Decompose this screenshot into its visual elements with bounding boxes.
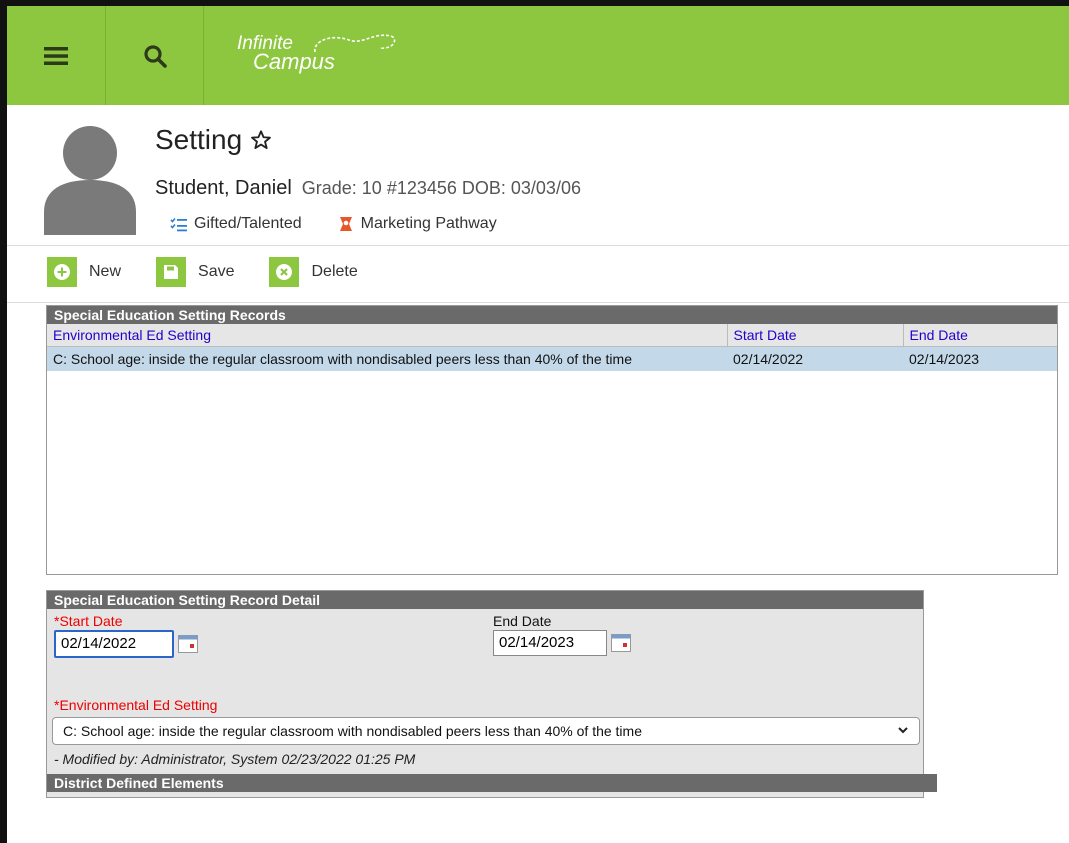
logo-swoosh-icon xyxy=(314,34,396,53)
new-icon-box xyxy=(47,257,77,287)
column-header-end-date[interactable]: End Date xyxy=(903,324,1057,347)
calendar-icon[interactable] xyxy=(611,633,631,652)
flag-label: Gifted/Talented xyxy=(194,215,302,232)
column-header-start-date[interactable]: Start Date xyxy=(727,324,904,347)
cell-end-date: 02/14/2023 xyxy=(903,346,1057,371)
records-table: Environmental Ed Setting Start Date End … xyxy=(47,324,1057,371)
topbar-divider xyxy=(203,6,204,105)
close-circle-icon xyxy=(276,264,293,280)
search-button[interactable] xyxy=(106,6,203,105)
action-toolbar: New Save Delete xyxy=(47,257,393,287)
cell-start-date: 02/14/2022 xyxy=(727,346,903,371)
end-date-group: End Date 02/14/2023 xyxy=(493,613,631,656)
plus-circle-icon xyxy=(54,264,70,280)
top-bar: Infinite Campus xyxy=(7,6,1069,105)
setting-label: *Environmental Ed Setting xyxy=(54,697,218,713)
star-icon[interactable] xyxy=(250,129,272,151)
setting-records-panel: Special Education Setting Records Enviro… xyxy=(46,305,1058,575)
chevron-down-icon xyxy=(898,727,908,734)
start-date-input[interactable]: 02/14/2022 xyxy=(54,630,174,658)
table-row[interactable]: C: School age: inside the regular classr… xyxy=(47,346,1057,371)
record-detail-panel: Special Education Setting Record Detail … xyxy=(46,590,937,798)
modified-by-text: - Modified by: Administrator, System 02/… xyxy=(54,751,416,767)
divider xyxy=(7,245,1069,246)
divider xyxy=(7,302,1069,303)
flag-gifted-talented[interactable]: Gifted/Talented xyxy=(170,215,302,233)
records-title: Special Education Setting Records xyxy=(47,306,1057,324)
delete-label: Delete xyxy=(311,263,358,280)
pathway-icon xyxy=(339,217,352,231)
save-button[interactable]: Save xyxy=(156,257,234,287)
floppy-disk-icon xyxy=(164,265,179,279)
new-button[interactable]: New xyxy=(47,257,121,287)
end-date-input[interactable]: 02/14/2023 xyxy=(493,630,607,656)
start-date-label: *Start Date xyxy=(54,613,123,629)
student-meta: Grade: 10 #123456 DOB: 03/03/06 xyxy=(301,178,581,198)
table-header-row: Environmental Ed Setting Start Date End … xyxy=(47,324,1057,347)
student-avatar xyxy=(44,126,136,235)
hamburger-menu-icon xyxy=(44,46,68,65)
save-icon-box xyxy=(156,257,187,287)
setting-select[interactable]: C: School age: inside the regular classr… xyxy=(52,717,920,745)
flag-marketing-pathway[interactable]: Marketing Pathway xyxy=(338,215,497,233)
district-defined-title: District Defined Elements xyxy=(47,774,937,792)
infinite-campus-logo[interactable]: Infinite Campus xyxy=(237,34,396,73)
delete-button[interactable]: Delete xyxy=(269,257,358,287)
delete-icon-box xyxy=(269,257,300,287)
setting-select-value: C: School age: inside the regular classr… xyxy=(63,723,642,739)
student-info: Student, Daniel Grade: 10 #123456 DOB: 03… xyxy=(155,177,581,200)
detail-title: Special Education Setting Record Detail xyxy=(47,591,923,609)
page-title: Setting xyxy=(155,124,272,156)
start-date-group: *Start Date 02/14/2022 xyxy=(54,613,198,658)
calendar-icon[interactable] xyxy=(178,634,198,653)
student-name: Student, Daniel xyxy=(155,177,292,199)
save-label: Save xyxy=(198,263,235,280)
student-flags: Gifted/Talented Marketing Pathway xyxy=(170,215,533,233)
flag-label: Marketing Pathway xyxy=(360,215,497,232)
cell-setting: C: School age: inside the regular classr… xyxy=(47,346,727,371)
list-check-icon xyxy=(170,217,187,231)
end-date-label: End Date xyxy=(493,613,552,629)
search-icon xyxy=(143,44,167,68)
page-title-text: Setting xyxy=(155,124,243,155)
column-header-setting[interactable]: Environmental Ed Setting xyxy=(47,324,728,347)
new-label: New xyxy=(89,263,122,280)
menu-button[interactable] xyxy=(7,6,105,105)
